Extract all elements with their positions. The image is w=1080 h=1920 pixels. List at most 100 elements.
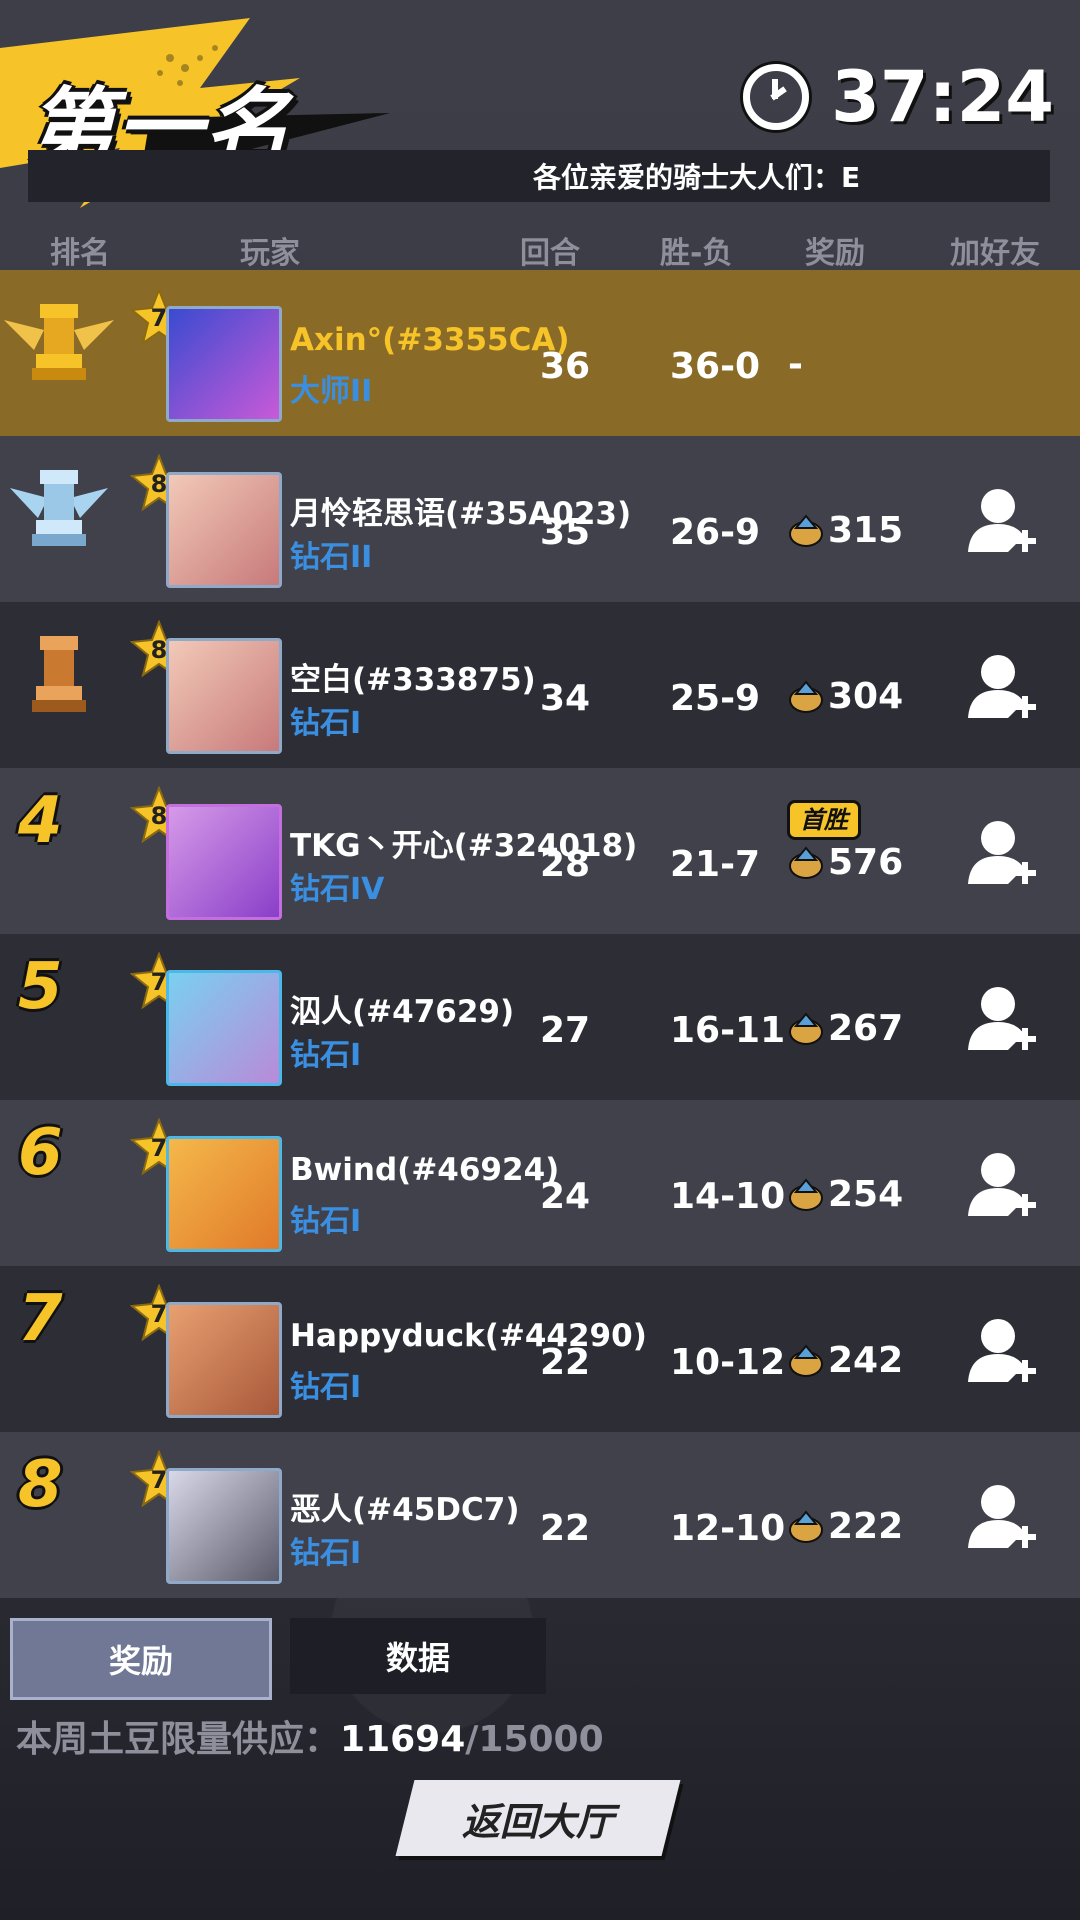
reward-value: 242 [788,1340,903,1381]
potato-coin-icon [789,1509,823,1543]
player-tier: 钻石I [290,1038,362,1073]
add-friend-icon[interactable] [968,818,1038,890]
potato-coin-icon [789,1177,823,1211]
leaderboard-row[interactable]: 8 空白(#333875) 钻石I 34 25-9 304 [0,602,1080,768]
rank-number: 6 [18,1116,63,1190]
reward-amount: 242 [828,1340,904,1381]
leaderboard-row[interactable]: 4 8 TKG丶开心(#324018) 钻石IV 28 21-7 首胜 576 [0,768,1080,934]
match-timer: 37:24 [743,56,1054,138]
reward-value: 315 [788,510,903,551]
supply-current: 11694 [340,1719,466,1760]
rank-number: 5 [18,950,63,1024]
add-friend-icon[interactable] [968,486,1038,558]
reward-value: 304 [788,676,903,717]
return-lobby-label: 返回大厅 [461,1799,614,1844]
win-loss-value: 21-7 [670,844,761,885]
bottom-tabs: 奖励 数据 [0,1618,1080,1700]
player-tier: 钻石I [290,1536,362,1571]
leaderboard-row[interactable]: 8 月怜轻思语(#35A023) 钻石II 35 26-9 315 [0,436,1080,602]
win-loss-value: 16-11 [670,1010,786,1051]
rounds-value: 34 [540,678,591,719]
rounds-value: 27 [540,1010,591,1051]
rank-number: 7 [18,1282,63,1356]
reward-amount: 222 [828,1506,904,1547]
reward-amount: 304 [828,676,904,717]
potato-coin-icon [789,513,823,547]
player-avatar[interactable] [166,804,282,920]
clock-icon [743,64,810,130]
player-avatar[interactable] [166,970,282,1086]
reward-value: - [788,344,803,385]
win-loss-value: 36-0 [670,346,761,387]
add-friend-icon[interactable] [968,652,1038,724]
timer-text: 37:24 [831,56,1054,138]
header-add-friend: 加好友 [950,236,1040,271]
leaderboard-row[interactable]: 7 Axin°(#3355CA) 大师II 36 36-0 - [0,270,1080,436]
supply-max: /15000 [465,1719,604,1760]
reward-amount: 576 [828,842,904,883]
rounds-value: 35 [540,512,591,553]
leaderboard-row[interactable]: 6 7 Bwind(#46924) 钻石I 24 14-10 254 [0,1100,1080,1266]
gold-rook-trophy-icon [4,304,114,380]
win-loss-value: 26-9 [670,512,761,553]
reward-value: 222 [788,1506,903,1547]
header-win-loss: 胜-负 [660,236,733,271]
player-avatar[interactable] [166,638,282,754]
add-friend-icon[interactable] [968,1316,1038,1388]
bronze-rook-trophy-icon [32,636,86,712]
reward-amount: - [788,344,803,385]
rounds-value: 36 [540,346,591,387]
rank-number: 8 [18,1448,63,1522]
rounds-value: 24 [540,1176,591,1217]
leaderboard: 7 Axin°(#3355CA) 大师II 36 36-0 - 8 月怜轻思语(… [0,270,1080,1598]
player-name: 空白(#333875) [290,662,536,698]
player-name: Happyduck(#44290) [290,1318,647,1354]
header-rounds: 回合 [520,236,580,271]
leaderboard-row[interactable]: 7 7 Happyduck(#44290) 钻石I 22 10-12 242 [0,1266,1080,1432]
tab-rewards[interactable]: 奖励 [10,1618,272,1700]
win-loss-value: 14-10 [670,1176,786,1217]
column-headers: 排名 玩家 回合 胜-负 奖励 加好友 [0,222,1080,271]
player-name: 泅人(#47629) [290,994,515,1030]
potato-coin-icon [789,1343,823,1377]
player-tier: 钻石I [290,1370,362,1405]
reward-amount: 267 [828,1008,904,1049]
player-name: 恶人(#45DC7) [290,1492,520,1528]
player-tier: 钻石IV [290,872,385,907]
player-avatar[interactable] [166,1302,282,1418]
rank-number: 4 [18,784,63,858]
player-tier: 钻石I [290,706,362,741]
header-player: 玩家 [240,236,300,271]
win-loss-value: 10-12 [670,1342,786,1383]
announcement-marquee: 各位亲爱的骑士大人们：E [28,150,1050,202]
rounds-value: 28 [540,844,591,885]
potato-coin-icon [789,1011,823,1045]
rounds-value: 22 [540,1342,591,1383]
potato-coin-icon [789,845,823,879]
player-tier: 钻石II [290,540,373,575]
player-avatar[interactable] [166,1136,282,1252]
player-avatar[interactable] [166,472,282,588]
tab-data[interactable]: 数据 [290,1618,546,1694]
reward-value: 267 [788,1008,903,1049]
weekly-supply: 本周土豆限量供应：11694/15000 [16,1710,604,1762]
announcement-text: 各位亲爱的骑士大人们：E [533,161,861,194]
player-name: Axin°(#3355CA) [290,322,570,358]
first-win-badge: 首胜 [787,800,861,840]
leaderboard-row[interactable]: 5 7 泅人(#47629) 钻石I 27 16-11 267 [0,934,1080,1100]
player-tier: 钻石I [290,1204,362,1239]
leaderboard-row[interactable]: 8 7 恶人(#45DC7) 钻石I 22 12-10 222 [0,1432,1080,1598]
rounds-value: 22 [540,1508,591,1549]
player-avatar[interactable] [166,1468,282,1584]
add-friend-icon[interactable] [968,1482,1038,1554]
reward-value: 254 [788,1174,903,1215]
player-avatar[interactable] [166,306,282,422]
add-friend-icon[interactable] [968,1150,1038,1222]
win-loss-value: 25-9 [670,678,761,719]
add-friend-icon[interactable] [968,984,1038,1056]
player-tier: 大师II [290,374,373,409]
reward-amount: 315 [828,510,904,551]
supply-label: 本周土豆限量供应： [16,1719,341,1760]
return-lobby-button[interactable]: 返回大厅 [395,1780,681,1856]
header-rank: 排名 [50,236,110,271]
